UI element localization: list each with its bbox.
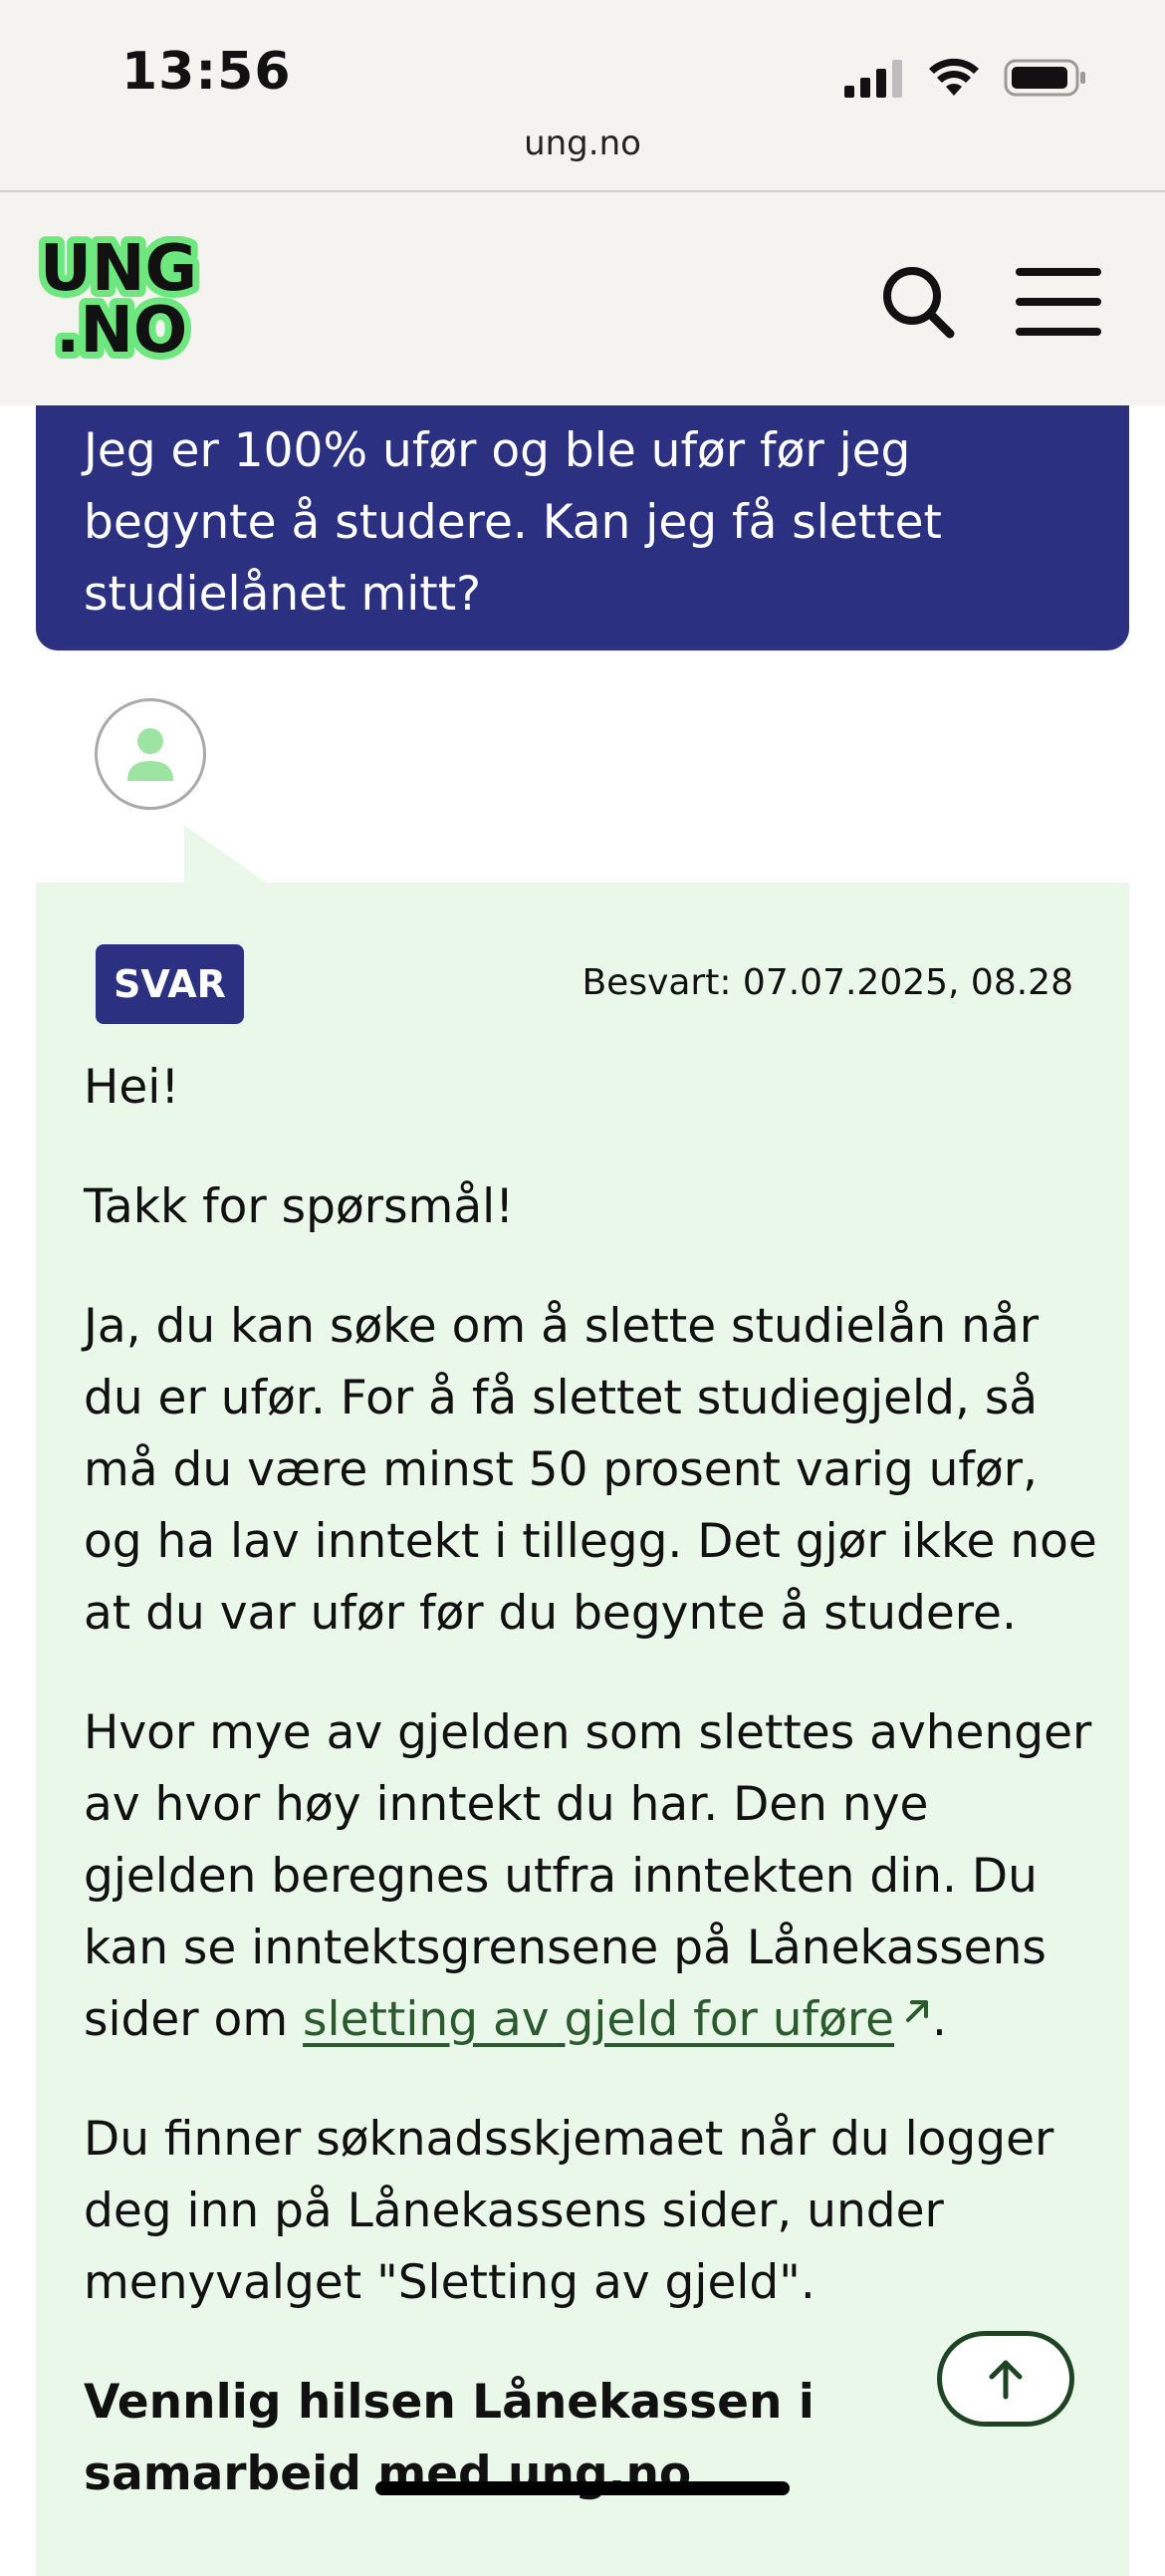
search-button[interactable] <box>878 262 958 342</box>
ung-no-logo[interactable]: UNG .NO <box>33 225 204 375</box>
site-header: UNG .NO <box>0 192 1165 405</box>
answer-badge: SVAR <box>96 944 244 1024</box>
cellular-signal-icon <box>844 60 902 98</box>
question-text: Jeg er 100% ufør og ble ufør før jeg beg… <box>84 423 942 622</box>
answer-pointer <box>184 825 266 883</box>
status-time: 13:56 <box>121 42 292 102</box>
question-box: Jeg er 100% ufør og ble ufør før jeg beg… <box>36 405 1129 650</box>
user-icon <box>127 728 173 781</box>
answer-box: SVAR Besvart: 07.07.2025, 08.28 Hei! Tak… <box>36 883 1129 2576</box>
answer-body: Hei! Takk for spørsmål! Ja, du kan søke … <box>84 1052 1099 2558</box>
paragraph-text: . <box>932 1992 947 2047</box>
scroll-to-top-button[interactable] <box>937 2331 1074 2427</box>
answer-paragraph: Hvor mye av gjelden som slettes avhenger… <box>84 1697 1099 2056</box>
status-bar: 13:56 ung.no <box>0 0 1165 192</box>
external-link-icon <box>906 2000 929 2022</box>
answer-paragraph: Hei! <box>84 1060 180 1115</box>
menu-button[interactable] <box>1014 262 1103 342</box>
home-indicator[interactable] <box>375 2481 790 2495</box>
wifi-icon <box>929 58 979 96</box>
arrow-up-icon <box>989 2360 1023 2400</box>
answered-timestamp: Besvart: 07.07.2025, 08.28 <box>582 962 1073 1003</box>
external-link-uføre[interactable]: sletting av gjeld for uføre <box>303 1992 894 2047</box>
logo-line2: .NO <box>56 294 187 362</box>
answer-paragraph: Takk for spørsmål! <box>84 1179 515 1234</box>
status-icons <box>844 56 1087 100</box>
hamburger-menu-icon <box>1016 268 1101 336</box>
search-icon <box>883 267 955 339</box>
battery-icon <box>1004 59 1085 97</box>
answer-paragraph: Du finner søknadsskjemaet når du logger … <box>84 2112 1054 2310</box>
answer-paragraph: Ja, du kan søke om å slette studielån nå… <box>84 1299 1097 1641</box>
url-bar[interactable]: ung.no <box>0 124 1165 163</box>
avatar <box>95 698 206 810</box>
